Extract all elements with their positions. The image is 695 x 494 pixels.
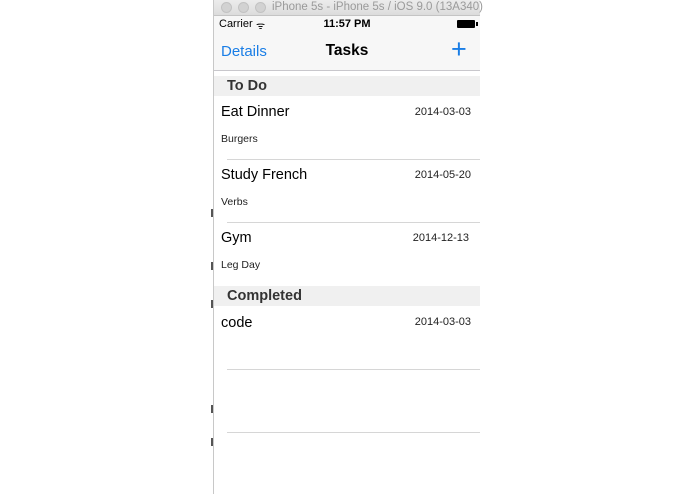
task-title: Gym <box>221 230 252 246</box>
simulator-title-bar: iPhone 5s - iPhone 5s / iOS 9.0 (13A340) <box>214 0 483 16</box>
add-task-button[interactable]: + <box>451 34 467 64</box>
simulator-edge-mark <box>211 300 213 308</box>
phone-screen: Carrier ᯤ 11:57 PM Details Tasks + To Do… <box>214 16 480 494</box>
page-title: Tasks <box>325 42 369 59</box>
task-subtitle: Burgers <box>221 133 258 145</box>
section-header-todo: To Do <box>214 76 480 96</box>
task-date: 2014-03-03 <box>414 106 471 118</box>
simulator-edge-mark <box>211 438 213 446</box>
status-time: 11:57 PM <box>323 18 371 30</box>
task-date: 2014-03-03 <box>414 316 471 328</box>
task-title: code <box>221 315 253 331</box>
simulator-edge-mark <box>211 262 213 270</box>
task-date: 2014-12-13 <box>412 232 469 244</box>
section-header-label: Completed <box>227 288 302 304</box>
simulator-edge-mark <box>211 209 213 217</box>
window-zoom-button[interactable] <box>255 2 266 13</box>
status-bar: Carrier ᯤ 11:57 PM <box>214 16 480 33</box>
section-header-label: To Do <box>227 78 267 94</box>
row-separator <box>227 159 480 160</box>
task-date: 2014-05-20 <box>414 169 471 181</box>
battery-nub <box>476 22 478 26</box>
window-minimize-button[interactable] <box>238 2 249 13</box>
task-subtitle: Leg Day <box>221 259 261 271</box>
battery-icon <box>457 20 475 28</box>
row-separator <box>227 222 480 223</box>
task-title: Eat Dinner <box>221 104 290 120</box>
task-title: Study French <box>221 167 308 183</box>
window-close-button[interactable] <box>221 2 232 13</box>
navigation-bar: Details Tasks + <box>214 33 480 71</box>
row-separator <box>227 369 480 370</box>
task-subtitle: Verbs <box>221 196 248 208</box>
simulator-window-title: iPhone 5s - iPhone 5s / iOS 9.0 (13A340) <box>272 1 483 13</box>
simulator-edge-mark <box>211 405 213 413</box>
section-header-completed: Completed <box>214 286 480 306</box>
row-separator <box>227 432 480 433</box>
